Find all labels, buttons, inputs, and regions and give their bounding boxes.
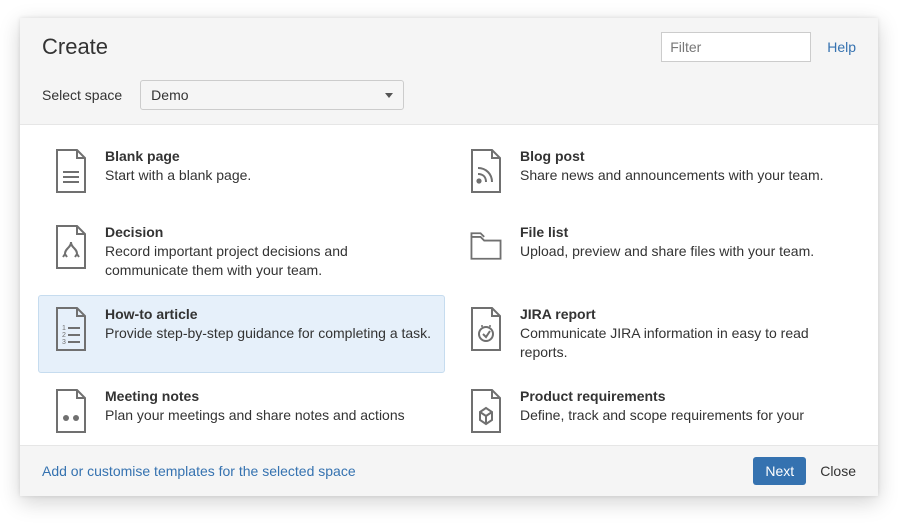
template-title: Decision	[105, 224, 432, 240]
template-tile-decision[interactable]: Decision Record important project decisio…	[38, 213, 445, 291]
template-tile-file-list[interactable]: File list Upload, preview and share files…	[453, 213, 860, 291]
template-description: Define, track and scope requirements for…	[520, 406, 847, 425]
template-description: Record important project decisions and c…	[105, 242, 432, 280]
meeting-notes-icon	[51, 388, 91, 438]
jira-report-icon	[466, 306, 506, 356]
select-space-label: Select space	[42, 87, 122, 103]
template-title: Product requirements	[520, 388, 847, 404]
svg-text:3: 3	[62, 339, 66, 346]
template-description: Communicate JIRA information in easy to …	[520, 324, 847, 362]
product-requirements-icon	[466, 388, 506, 438]
space-dropdown[interactable]: Demo	[140, 80, 404, 110]
decision-icon	[51, 224, 91, 274]
customise-templates-link[interactable]: Add or customise templates for the selec…	[42, 463, 356, 479]
create-dialog: Create Help Select space Demo Blank page…	[20, 18, 878, 496]
filter-input[interactable]	[661, 32, 811, 62]
blog-post-icon	[466, 148, 506, 198]
template-description: Start with a blank page.	[105, 166, 432, 185]
dialog-header: Create Help Select space Demo	[20, 18, 878, 125]
template-title: Blog post	[520, 148, 847, 164]
template-title: Meeting notes	[105, 388, 432, 404]
template-description: Upload, preview and share files with you…	[520, 242, 847, 261]
template-title: JIRA report	[520, 306, 847, 322]
template-description: Provide step-by-step guidance for comple…	[105, 324, 432, 343]
svg-text:1: 1	[62, 325, 66, 332]
template-tile-how-to-article[interactable]: 123 How-to article Provide step-by-step gu…	[38, 295, 445, 373]
space-dropdown-value: Demo	[151, 87, 188, 103]
template-description: Share news and announcements with your t…	[520, 166, 847, 185]
template-tile-meeting-notes[interactable]: Meeting notes Plan your meetings and shar…	[38, 377, 445, 445]
chevron-down-icon	[385, 93, 393, 98]
help-link[interactable]: Help	[827, 39, 856, 55]
template-tile-blank-page[interactable]: Blank page Start with a blank page.	[38, 137, 445, 209]
template-list[interactable]: Blank page Start with a blank page. Blog p…	[20, 125, 878, 445]
blank-page-icon	[51, 148, 91, 198]
how-to-icon: 123	[51, 306, 91, 356]
file-list-icon	[466, 224, 506, 274]
template-title: How-to article	[105, 306, 432, 322]
template-title: Blank page	[105, 148, 432, 164]
template-tile-jira-report[interactable]: JIRA report Communicate JIRA information …	[453, 295, 860, 373]
svg-text:2: 2	[62, 332, 66, 339]
template-tile-product-requirements[interactable]: Product requirements Define, track and sc…	[453, 377, 860, 445]
template-title: File list	[520, 224, 847, 240]
dialog-footer: Add or customise templates for the selec…	[20, 445, 878, 496]
close-button[interactable]: Close	[820, 463, 856, 479]
template-tile-blog-post[interactable]: Blog post Share news and announcements wi…	[453, 137, 860, 209]
template-description: Plan your meetings and share notes and a…	[105, 406, 432, 425]
next-button[interactable]: Next	[753, 457, 806, 485]
dialog-title: Create	[42, 34, 108, 60]
